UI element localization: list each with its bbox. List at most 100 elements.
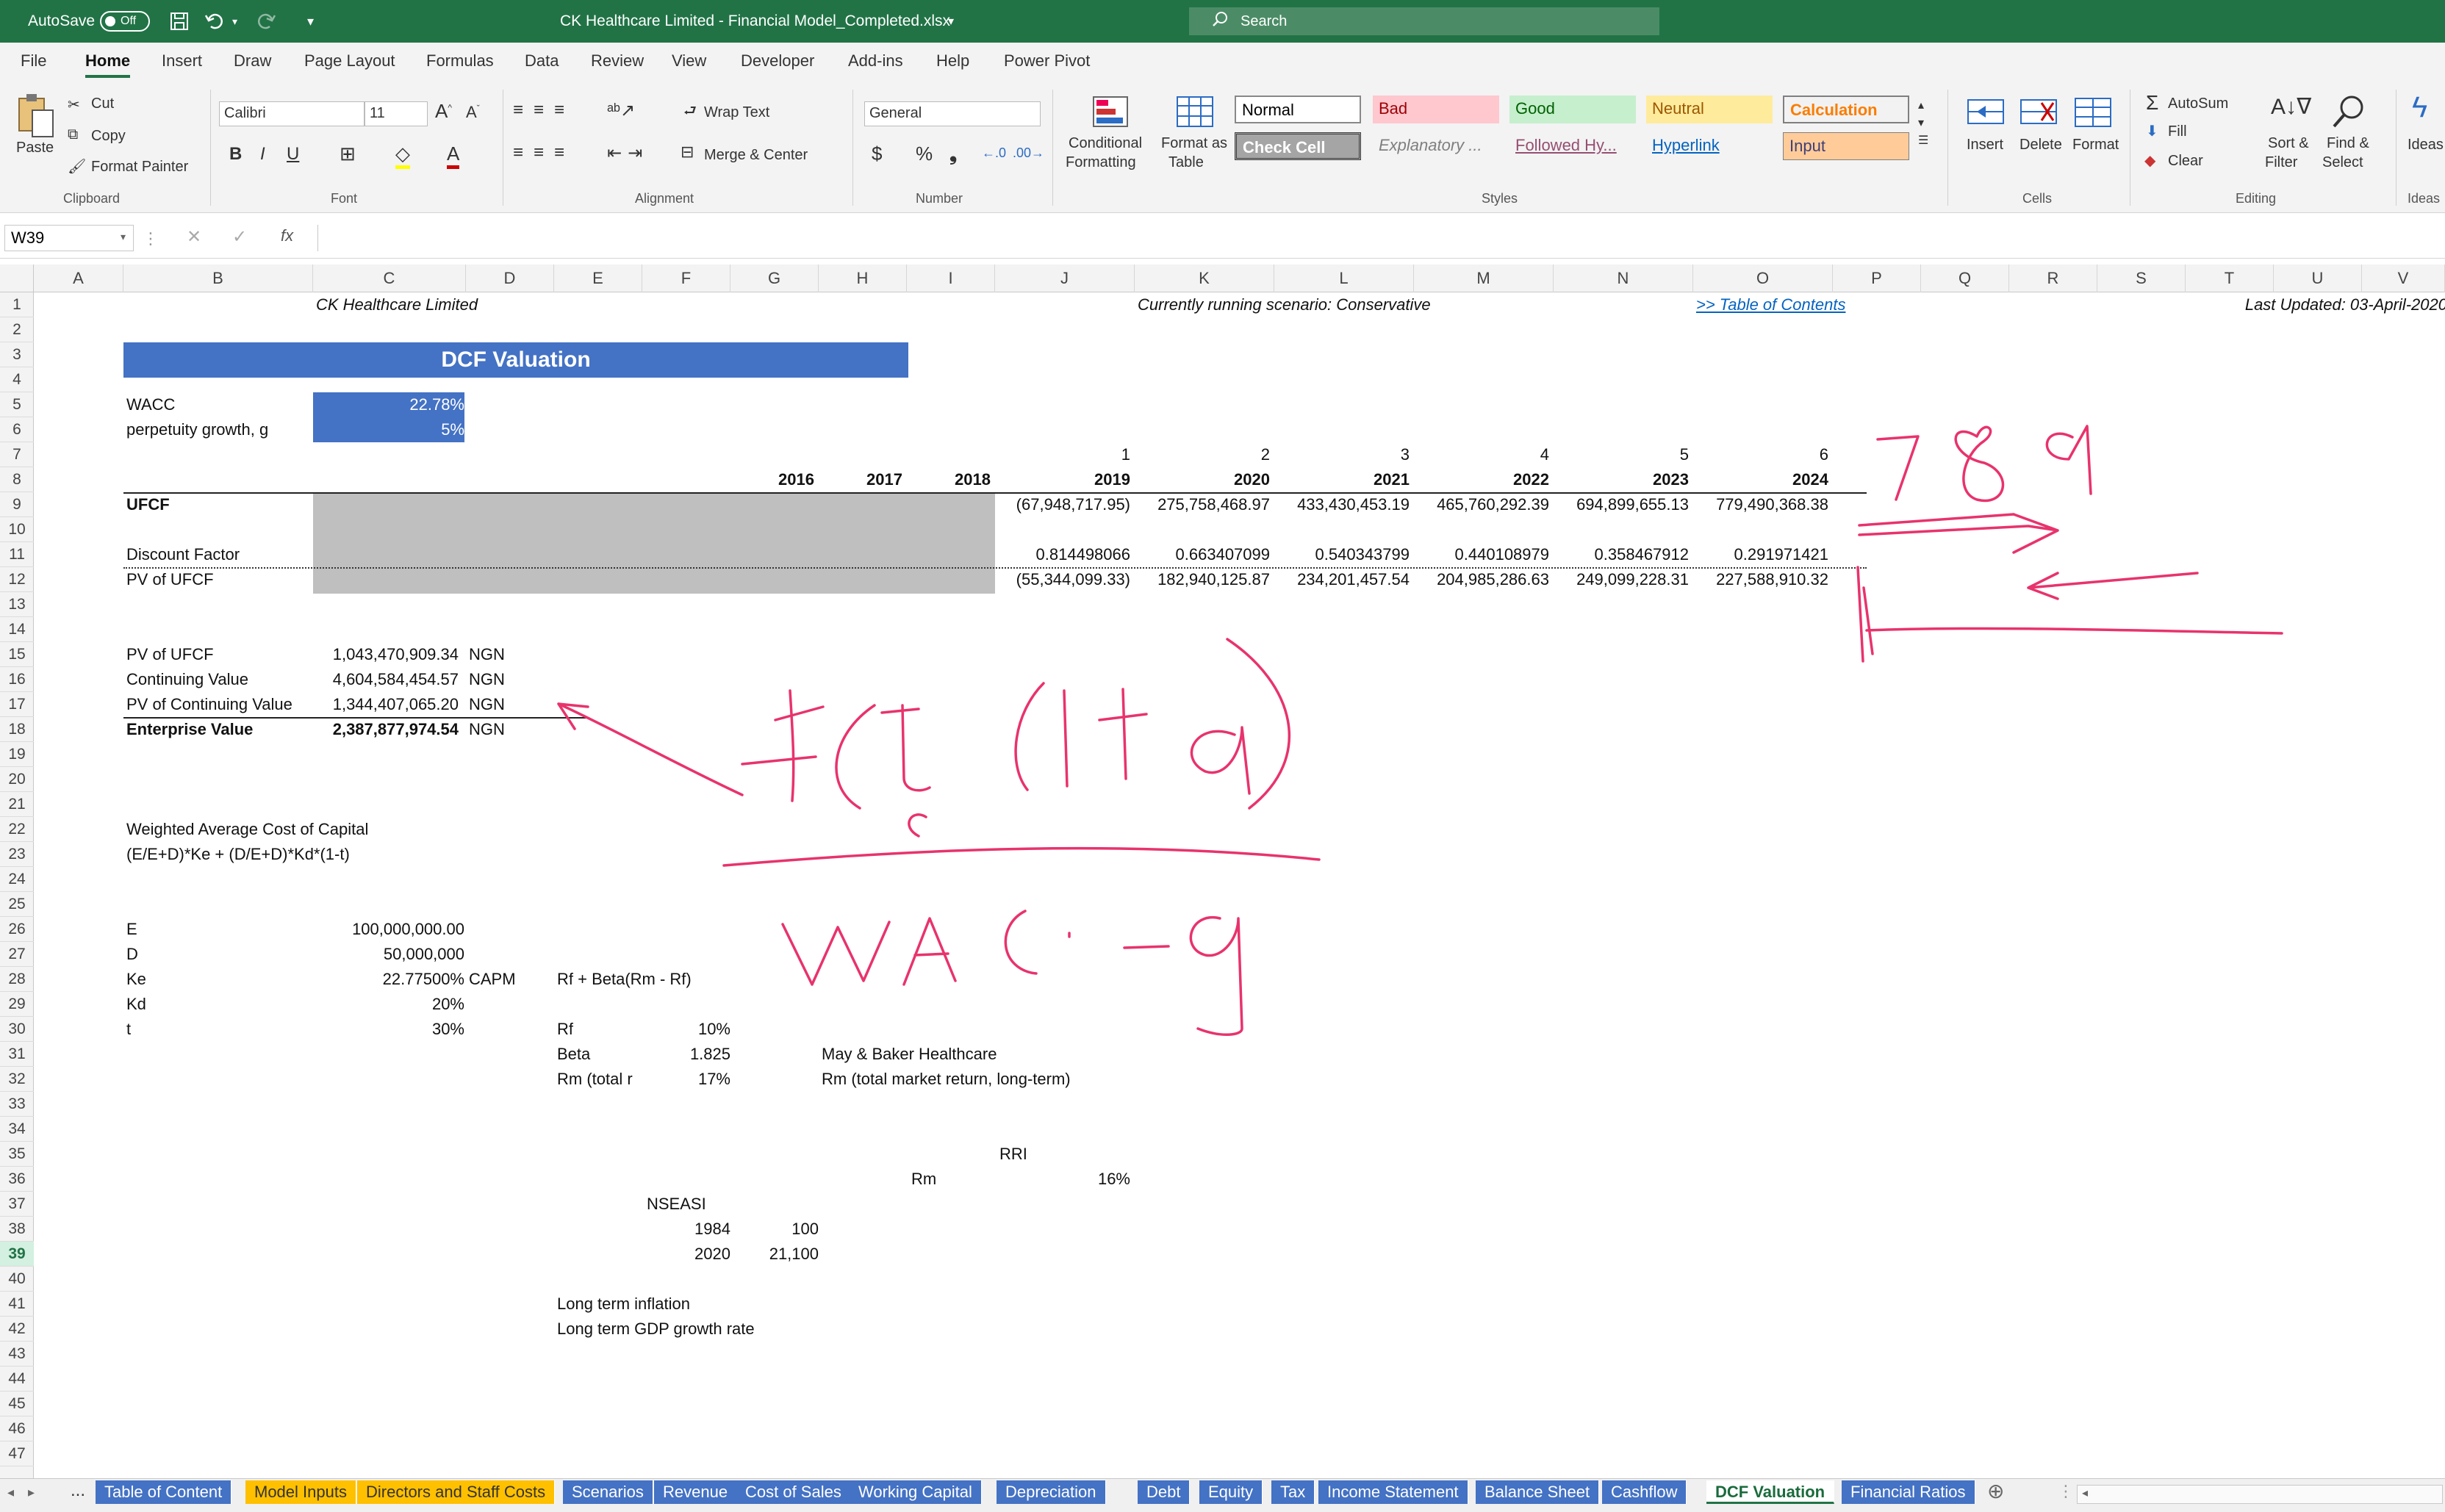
indent-icons[interactable]: ⇤⇥ [607, 143, 648, 164]
col-header-a[interactable]: A [34, 264, 123, 292]
col-header-k[interactable]: K [1135, 264, 1274, 292]
merge-icon[interactable]: ⊟ [681, 143, 694, 162]
autosum-icon[interactable]: Σ [2146, 91, 2158, 115]
row-header[interactable]: 20 [0, 767, 34, 792]
col-header-b[interactable]: B [123, 264, 313, 292]
discount-factor-cell[interactable]: 0.540343799 [1274, 542, 1410, 567]
beta-label[interactable]: Beta [557, 1042, 590, 1067]
row-header[interactable]: 11 [0, 542, 34, 567]
period-cell[interactable]: 2 [1135, 442, 1270, 467]
row-header[interactable]: 40 [0, 1267, 34, 1292]
pv-ufcf-label[interactable]: PV of UFCF [126, 567, 214, 592]
rm-description-cell[interactable]: Rm (total market return, long-term) [822, 1067, 1071, 1092]
row-header[interactable]: 9 [0, 492, 34, 517]
discount-factor-cell[interactable]: 0.440108979 [1414, 542, 1549, 567]
row-header[interactable]: 35 [0, 1142, 34, 1167]
col-header-v[interactable]: V [2362, 264, 2445, 292]
wacc-value-cell[interactable]: 22.78% [313, 392, 464, 417]
col-header-l[interactable]: L [1274, 264, 1414, 292]
decrease-decimal-icon[interactable]: .00→ [1013, 145, 1044, 161]
tab-splitter-icon[interactable]: ⋮ [2058, 1482, 2074, 1501]
discount-factor-cell[interactable]: 0.291971421 [1693, 542, 1828, 567]
sheet-tab[interactable]: Financial Ratios [1842, 1480, 1975, 1504]
col-header-i[interactable]: I [907, 264, 995, 292]
percent-icon[interactable]: % [916, 143, 933, 165]
select-all-corner[interactable] [0, 264, 34, 292]
col-header-d[interactable]: D [466, 264, 554, 292]
period-cell[interactable]: 4 [1414, 442, 1549, 467]
row-header[interactable]: 6 [0, 417, 34, 442]
summary-unit[interactable]: NGN [469, 692, 505, 717]
row-header[interactable]: 3 [0, 342, 34, 367]
row-header[interactable]: 1 [0, 292, 34, 317]
italic-icon[interactable]: I [260, 144, 265, 165]
undo-icon[interactable] [204, 0, 226, 43]
summary-unit[interactable]: NGN [469, 667, 505, 692]
sheet-tab[interactable]: Directors and Staff Costs [357, 1480, 556, 1504]
period-cell[interactable]: 6 [1693, 442, 1828, 467]
index-value-cell[interactable]: 21,100 [735, 1242, 819, 1267]
year-header-cell[interactable]: 2021 [1274, 467, 1410, 492]
format-as-table-l1[interactable]: Format as [1161, 135, 1227, 152]
ufcf-cell[interactable]: 465,760,292.39 [1414, 492, 1549, 517]
year-header-cell[interactable]: 2024 [1693, 467, 1828, 492]
period-cell[interactable]: 3 [1274, 442, 1410, 467]
format-painter-button[interactable]: Format Painter [91, 159, 188, 176]
fill-color-icon[interactable]: ◇ [395, 143, 410, 169]
wacc-formula-cell[interactable]: (E/E+D)*Ke + (D/E+D)*Kd*(1-t) [126, 842, 350, 867]
tab-formulas[interactable]: Formulas [426, 51, 494, 71]
long-term-gdp-cell[interactable]: Long term GDP growth rate [557, 1317, 755, 1342]
row-header[interactable]: 15 [0, 642, 34, 667]
summary-label[interactable]: Continuing Value [126, 667, 248, 692]
row-header[interactable]: 39 [0, 1242, 34, 1267]
summary-label[interactable]: PV of UFCF [126, 642, 214, 667]
sort-filter-l2[interactable]: Filter [2265, 154, 2297, 171]
cut-button[interactable]: Cut [91, 96, 114, 112]
index-year-cell[interactable]: 2020 [647, 1242, 730, 1267]
col-header-c[interactable]: C [313, 264, 466, 292]
sheet-tab[interactable]: Cashflow [1602, 1480, 1687, 1504]
index-value-cell[interactable]: 100 [735, 1217, 819, 1242]
row-header[interactable]: 26 [0, 917, 34, 942]
ideas-button[interactable]: Ideas [2408, 137, 2444, 154]
conditional-formatting-icon[interactable] [1092, 96, 1129, 132]
discount-factor-cell[interactable]: 0.358467912 [1554, 542, 1689, 567]
ufcf-cell[interactable]: 779,490,368.38 [1693, 492, 1828, 517]
name-box-dropdown-icon[interactable]: ▾ [121, 231, 126, 243]
increase-font-icon[interactable]: A^ [435, 100, 452, 123]
row-header[interactable]: 10 [0, 517, 34, 542]
ufcf-cell[interactable]: (67,948,717.95) [995, 492, 1130, 517]
tab-data[interactable]: Data [525, 51, 559, 71]
conditional-formatting-l2[interactable]: Formatting [1066, 154, 1136, 171]
next-sheet-icon[interactable]: ▸ [28, 1485, 35, 1500]
beta-value[interactable]: 1.825 [647, 1042, 730, 1067]
row-header[interactable]: 7 [0, 442, 34, 467]
year-header-cell[interactable]: 2019 [995, 467, 1130, 492]
input-label[interactable]: E [126, 917, 137, 942]
growth-label[interactable]: perpetuity growth, g [126, 417, 268, 442]
col-header-t[interactable]: T [2186, 264, 2274, 292]
decrease-font-icon[interactable]: Aˇ [466, 103, 480, 122]
sort-filter-icon[interactable]: A↓ᐁ [2271, 94, 2312, 120]
sheet-tab[interactable]: Working Capital [850, 1480, 982, 1504]
font-size-select[interactable]: 11 [365, 101, 428, 126]
input-value[interactable]: 50,000,000 [313, 942, 464, 967]
row-header[interactable]: 8 [0, 467, 34, 492]
more-sheets[interactable]: ... [71, 1480, 85, 1501]
styles-scroll-icon[interactable]: ▴ ▾ ☰ [1918, 97, 1928, 150]
row-header[interactable]: 2 [0, 317, 34, 342]
period-cell[interactable]: 1 [995, 442, 1130, 467]
sheet-tab[interactable]: Balance Sheet [1476, 1480, 1600, 1504]
format-as-table-l2[interactable]: Table [1168, 154, 1204, 171]
underline-icon[interactable]: U [287, 144, 299, 165]
sheet-tab[interactable]: Revenue [654, 1480, 738, 1504]
period-cell[interactable]: 5 [1554, 442, 1689, 467]
font-color-icon[interactable]: A [447, 143, 460, 169]
row-header[interactable]: 34 [0, 1117, 34, 1142]
year-header-cell[interactable]: 2022 [1414, 467, 1549, 492]
copy-icon[interactable]: ⧉ [68, 126, 78, 143]
col-header-h[interactable]: H [819, 264, 907, 292]
pv-ufcf-cell[interactable]: (55,344,099.33) [995, 567, 1130, 592]
pv-ufcf-cell[interactable]: 227,588,910.32 [1693, 567, 1828, 592]
growth-value-cell[interactable]: 5% [313, 417, 464, 442]
